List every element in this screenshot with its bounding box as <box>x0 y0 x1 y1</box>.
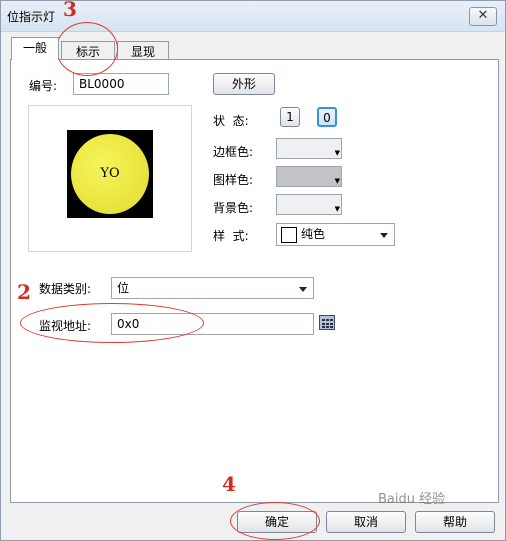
border-color-label: 边框色: <box>213 145 254 159</box>
annotation-3: 3 <box>63 0 77 21</box>
style-swatch <box>281 227 297 243</box>
style-label: 样 式: <box>213 229 249 243</box>
state-option-0[interactable]: 0 <box>317 107 337 127</box>
bg-color-label: 背景色: <box>213 201 254 215</box>
close-icon: ✕ <box>477 8 489 23</box>
close-button[interactable]: ✕ <box>469 7 497 26</box>
tab-general-label: 一般 <box>22 41 47 55</box>
chevron-down-icon <box>299 287 307 292</box>
watermark: Baidu 经验 <box>378 492 446 507</box>
data-type-label: 数据类别: <box>39 282 92 296</box>
annotation-circle-ok <box>230 502 320 540</box>
style-select[interactable]: 纯色 <box>276 223 395 246</box>
tab-general[interactable]: 一般 <box>11 37 59 60</box>
id-field[interactable]: BL0000 <box>73 73 169 95</box>
chevron-down-icon <box>380 233 388 238</box>
tab-display-label: 显现 <box>130 45 155 59</box>
calculator-icon[interactable] <box>319 315 335 330</box>
pattern-color-label: 图样色: <box>213 173 254 187</box>
dialog-window: 位指示灯 ✕ 一般 标示 显现 编号: BL0000 外形 YO 状 态: 1 … <box>0 0 506 541</box>
window-title: 位指示灯 <box>7 10 56 24</box>
cancel-button[interactable]: 取消 <box>326 511 406 533</box>
id-label: 编号: <box>29 79 58 93</box>
chevron-down-icon: ▼ <box>334 177 340 185</box>
chevron-down-icon: ▼ <box>334 205 340 213</box>
bg-color-picker[interactable]: ▼ <box>276 194 342 215</box>
annotation-4: 4 <box>222 472 236 496</box>
style-value: 纯色 <box>301 227 326 241</box>
lamp-indicator: YO <box>71 134 149 214</box>
annotation-circle-tab <box>56 22 118 76</box>
border-color-picker[interactable]: ▼ <box>276 138 342 159</box>
help-button[interactable]: 帮助 <box>415 511 495 533</box>
data-type-value: 位 <box>117 281 130 295</box>
lamp-preview: YO <box>28 105 192 252</box>
shape-button[interactable]: 外形 <box>213 73 275 95</box>
state-label: 状 态: <box>213 114 249 128</box>
lamp-frame: YO <box>67 130 153 218</box>
annotation-2: 2 <box>17 280 31 304</box>
state-option-1[interactable]: 1 <box>280 107 300 127</box>
pattern-color-picker[interactable]: ▼ <box>276 166 342 187</box>
annotation-circle-monitor <box>20 303 204 343</box>
data-type-select[interactable]: 位 <box>111 277 314 299</box>
chevron-down-icon: ▼ <box>334 149 340 157</box>
